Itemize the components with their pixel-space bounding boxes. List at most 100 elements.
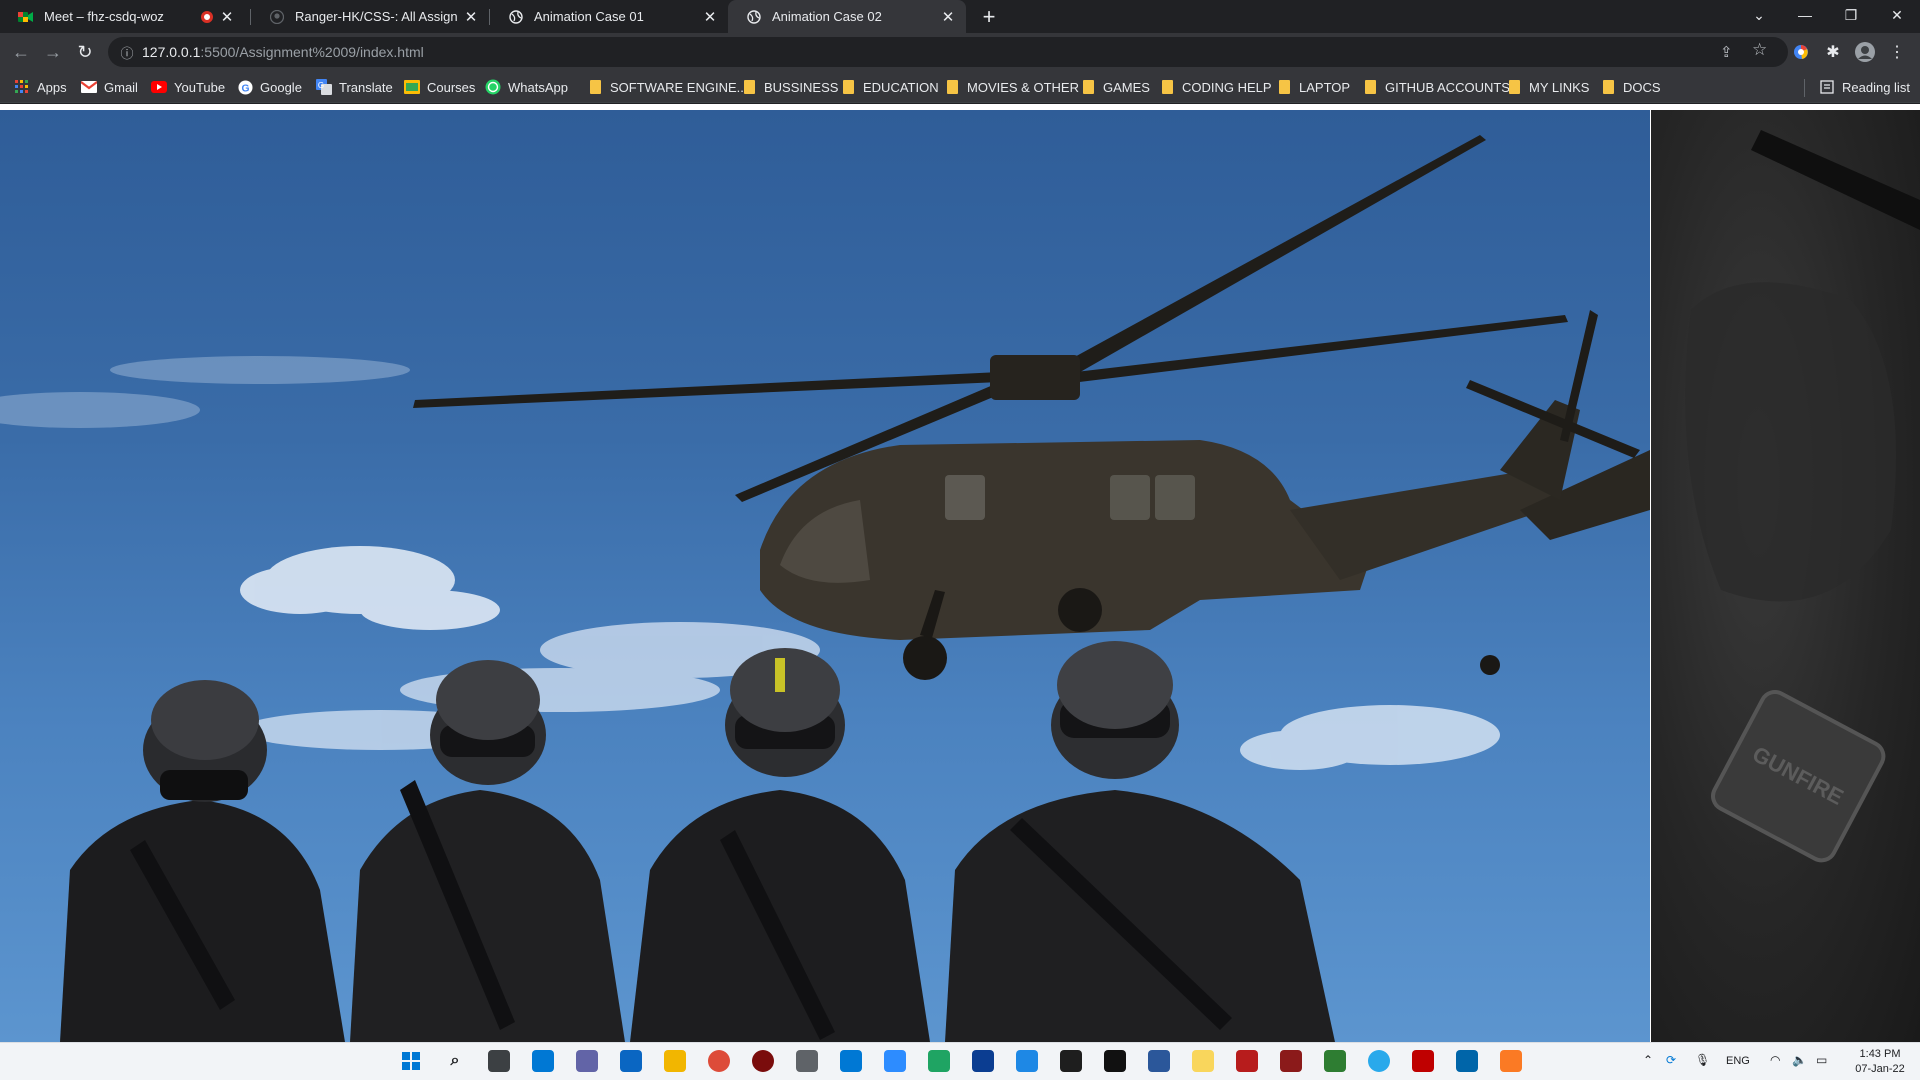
- bookmark-folder-software[interactable]: SOFTWARE ENGINE...: [587, 71, 747, 103]
- widgets-icon[interactable]: [532, 1050, 554, 1072]
- filezilla-icon[interactable]: [1412, 1050, 1434, 1072]
- globe-icon: [508, 9, 524, 25]
- tab-github[interactable]: Ranger-HK/CSS-: All Assignments ✕: [251, 0, 489, 33]
- task-view-icon[interactable]: [488, 1050, 510, 1072]
- gmail-icon: [81, 79, 97, 95]
- search-icon[interactable]: ⌕: [444, 1050, 466, 1072]
- folder-icon: [1080, 79, 1096, 95]
- app-red-icon[interactable]: [752, 1050, 774, 1072]
- reading-list-icon: [1819, 79, 1835, 95]
- word-icon[interactable]: [1148, 1050, 1170, 1072]
- tab-animation-case-01[interactable]: Animation Case 01 ✕: [490, 0, 728, 33]
- minimize-icon[interactable]: —: [1782, 0, 1828, 30]
- bookmark-folder-coding-help[interactable]: CODING HELP: [1159, 71, 1272, 103]
- tab-title: Meet – fhz-csdq-woz: [44, 9, 164, 24]
- language-indicator[interactable]: ENG: [1726, 1055, 1750, 1067]
- back-arrow-icon[interactable]: ←: [7, 38, 35, 66]
- bookmark-translate[interactable]: G Translate: [316, 71, 393, 103]
- restore-icon[interactable]: ❐: [1828, 0, 1874, 30]
- bookmark-folder-laptop[interactable]: LAPTOP: [1276, 71, 1350, 103]
- address-bar[interactable]: ⓘ 127.0.0.1:5500/Assignment%2009/index.h…: [108, 37, 1788, 67]
- bookmark-folder-my-links[interactable]: MY LINKS: [1506, 71, 1589, 103]
- folder-icon: [1506, 79, 1522, 95]
- profile-avatar[interactable]: [1854, 41, 1876, 63]
- bookmark-youtube[interactable]: YouTube: [151, 71, 225, 103]
- site-info-icon[interactable]: ⓘ: [112, 43, 142, 62]
- tab-close-icon[interactable]: ✕: [219, 9, 235, 26]
- svg-text:G: G: [241, 83, 249, 94]
- bookmark-folder-bussiness[interactable]: BUSSINESS: [741, 71, 838, 103]
- reload-icon[interactable]: ↻: [71, 38, 99, 66]
- folder-icon: [944, 79, 960, 95]
- browser-toolbar: ← → ↻ ⓘ 127.0.0.1:5500/Assignment%2009/i…: [0, 33, 1920, 71]
- new-tab-button[interactable]: +: [976, 4, 1002, 30]
- bookmark-whatsapp[interactable]: WhatsApp: [485, 71, 568, 103]
- bookmark-folder-movies[interactable]: MOVIES & OTHER: [944, 71, 1079, 103]
- zoom-icon[interactable]: [884, 1050, 906, 1072]
- close-icon[interactable]: ✕: [1874, 0, 1920, 30]
- mail-icon[interactable]: [620, 1050, 642, 1072]
- volume-icon[interactable]: 🔈: [1792, 1053, 1807, 1067]
- app-media-icon[interactable]: [1280, 1050, 1302, 1072]
- tab-close-icon[interactable]: ✕: [940, 9, 956, 26]
- app-gray-icon[interactable]: [796, 1050, 818, 1072]
- photos-icon[interactable]: [840, 1050, 862, 1072]
- bookmark-gmail[interactable]: Gmail: [81, 71, 138, 103]
- bookmark-courses[interactable]: Courses: [404, 71, 475, 103]
- windows-taskbar: ⌕ ⌃ ⟳ 🎙 ENG ◠ 🔈 ▭ 1:43 PM 07-Jan-22: [0, 1042, 1920, 1080]
- vscode-icon[interactable]: [1456, 1050, 1478, 1072]
- bookmark-star-icon[interactable]: ☆: [1752, 40, 1767, 60]
- folder-icon: [741, 79, 757, 95]
- tab-search-icon[interactable]: ⌄: [1736, 0, 1782, 30]
- microphone-icon[interactable]: 🎙: [1695, 1053, 1710, 1067]
- folder-icon: [840, 79, 856, 95]
- battery-icon[interactable]: ▭: [1816, 1053, 1827, 1067]
- whatsapp-icon: [485, 79, 501, 95]
- google-drive-icon[interactable]: [928, 1050, 950, 1072]
- folder-icon: [1600, 79, 1616, 95]
- bookmark-folder-github-accounts[interactable]: GITHUB ACCOUNTS: [1362, 71, 1510, 103]
- chrome-icon[interactable]: [708, 1050, 730, 1072]
- menu-kebab-icon[interactable]: ⋮: [1886, 41, 1908, 63]
- bookmark-apps[interactable]: Apps: [14, 71, 67, 103]
- terminal-icon[interactable]: [1060, 1050, 1082, 1072]
- telegram-icon[interactable]: [1368, 1050, 1390, 1072]
- app-green-icon[interactable]: [1324, 1050, 1346, 1072]
- sticky-notes-icon[interactable]: [1192, 1050, 1214, 1072]
- tab-meet[interactable]: Meet – fhz-csdq-woz ✕: [0, 0, 245, 33]
- sync-icon[interactable]: ⟳: [1666, 1053, 1676, 1067]
- tab-title: Animation Case 02: [772, 9, 882, 24]
- side-image-tactical-gear: GUNFIRE: [1651, 110, 1920, 1042]
- notepad-icon[interactable]: [1016, 1050, 1038, 1072]
- reading-list-button[interactable]: Reading list: [1819, 71, 1910, 103]
- wifi-icon[interactable]: ◠: [1770, 1053, 1780, 1067]
- github-icon: [269, 9, 285, 25]
- bookmark-folder-education[interactable]: EDUCATION: [840, 71, 939, 103]
- mail-app-icon[interactable]: [972, 1050, 994, 1072]
- cloud: [240, 546, 500, 630]
- bookmark-google[interactable]: G Google: [237, 71, 302, 103]
- xampp-icon[interactable]: [1500, 1050, 1522, 1072]
- extension-chrome-icon[interactable]: [1790, 41, 1812, 63]
- app-dark-red-icon[interactable]: [1236, 1050, 1258, 1072]
- tab-strip: Meet – fhz-csdq-woz ✕ Ranger-HK/CSS-: Al…: [0, 0, 1920, 33]
- folder-icon: [1362, 79, 1378, 95]
- recording-indicator-icon: [201, 10, 213, 23]
- tab-animation-case-02[interactable]: Animation Case 02 ✕: [728, 0, 966, 33]
- taskbar-clock[interactable]: 1:43 PM 07-Jan-22: [1848, 1047, 1912, 1077]
- bookmarks-bar: Apps Gmail YouTube G Google G Translate …: [0, 71, 1920, 103]
- share-icon[interactable]: ⇪: [1720, 43, 1733, 61]
- windows-start-icon[interactable]: [400, 1050, 422, 1072]
- forward-arrow-icon[interactable]: →: [39, 38, 67, 66]
- tab-close-icon[interactable]: ✕: [463, 9, 479, 26]
- teams-chat-icon[interactable]: [576, 1050, 598, 1072]
- command-prompt-icon[interactable]: [1104, 1050, 1126, 1072]
- bookmark-folder-games[interactable]: GAMES: [1080, 71, 1150, 103]
- chevron-up-icon[interactable]: ⌃: [1643, 1053, 1653, 1067]
- file-explorer-icon[interactable]: [664, 1050, 686, 1072]
- bookmark-folder-docs[interactable]: DOCS: [1600, 71, 1661, 103]
- extensions-puzzle-icon[interactable]: ✱: [1822, 41, 1844, 63]
- tab-close-icon[interactable]: ✕: [702, 9, 718, 26]
- soldier: [945, 641, 1335, 1042]
- page-viewport: GUNFIRE: [0, 104, 1920, 1042]
